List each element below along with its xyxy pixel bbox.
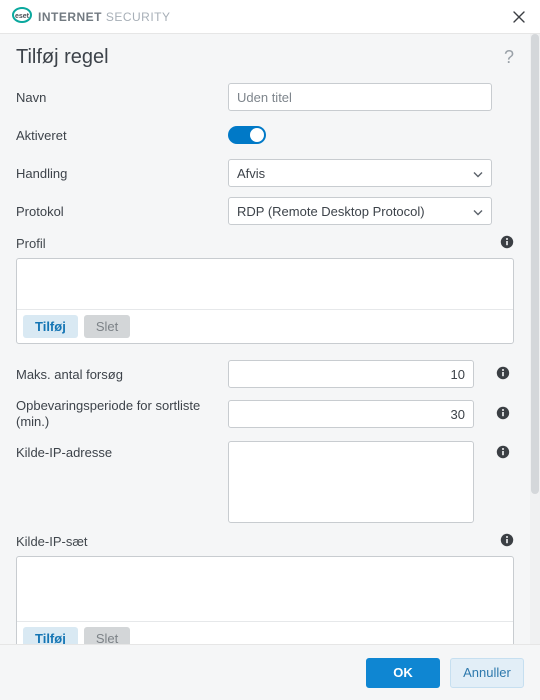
titlebar: eset INTERNET SECURITY (0, 0, 540, 34)
label-action: Handling (16, 166, 228, 181)
label-blacklist-retention: Opbevaringsperiode for sortliste (min.) (16, 398, 228, 431)
scrollbar-thumb[interactable] (531, 34, 539, 494)
info-icon[interactable] (496, 445, 510, 462)
ok-button[interactable]: OK (366, 658, 440, 688)
help-icon[interactable]: ? (504, 47, 514, 68)
chevron-down-icon (473, 166, 483, 181)
scrollbar[interactable] (530, 34, 540, 644)
brand-text: INTERNET SECURITY (38, 10, 171, 24)
label-profile: Profil (16, 236, 500, 251)
label-source-ip-set: Kilde-IP-sæt (16, 534, 500, 549)
name-input[interactable] (228, 83, 492, 111)
info-icon[interactable] (496, 366, 510, 383)
action-select[interactable]: Afvis (228, 159, 492, 187)
info-icon[interactable] (500, 533, 514, 550)
profile-listbox[interactable]: Tilføj Slet (16, 258, 514, 344)
page-title: Tilføj regel (16, 46, 109, 69)
ipset-add-button[interactable]: Tilføj (23, 627, 78, 645)
chevron-down-icon (473, 204, 483, 219)
label-max-attempts: Maks. antal forsøg (16, 367, 228, 382)
label-protocol: Protokol (16, 204, 228, 219)
label-name: Navn (16, 90, 228, 105)
blacklist-retention-input[interactable] (228, 400, 474, 428)
protocol-select[interactable]: RDP (Remote Desktop Protocol) (228, 197, 492, 225)
label-enabled: Aktiveret (16, 128, 228, 143)
label-source-ip: Kilde-IP-adresse (16, 441, 228, 460)
info-icon[interactable] (496, 406, 510, 423)
brand: eset INTERNET SECURITY (12, 5, 171, 28)
close-button[interactable] (510, 8, 528, 26)
source-ip-textarea[interactable] (228, 441, 474, 523)
dialog-body: Tilføj regel ? Navn Aktiveret Handling A… (0, 34, 540, 644)
profile-delete-button[interactable]: Slet (84, 315, 130, 338)
max-attempts-input[interactable] (228, 360, 474, 388)
cancel-button[interactable]: Annuller (450, 658, 524, 688)
info-icon[interactable] (500, 235, 514, 252)
enabled-toggle[interactable] (228, 126, 266, 144)
svg-text:eset: eset (15, 13, 30, 20)
profile-add-button[interactable]: Tilføj (23, 315, 78, 338)
source-ip-set-listbox[interactable]: Tilføj Slet (16, 556, 514, 645)
dialog-footer: OK Annuller (0, 644, 540, 700)
eset-logo-icon: eset (12, 5, 32, 28)
protocol-select-value: RDP (Remote Desktop Protocol) (237, 204, 425, 219)
ipset-delete-button[interactable]: Slet (84, 627, 130, 645)
action-select-value: Afvis (237, 166, 265, 181)
